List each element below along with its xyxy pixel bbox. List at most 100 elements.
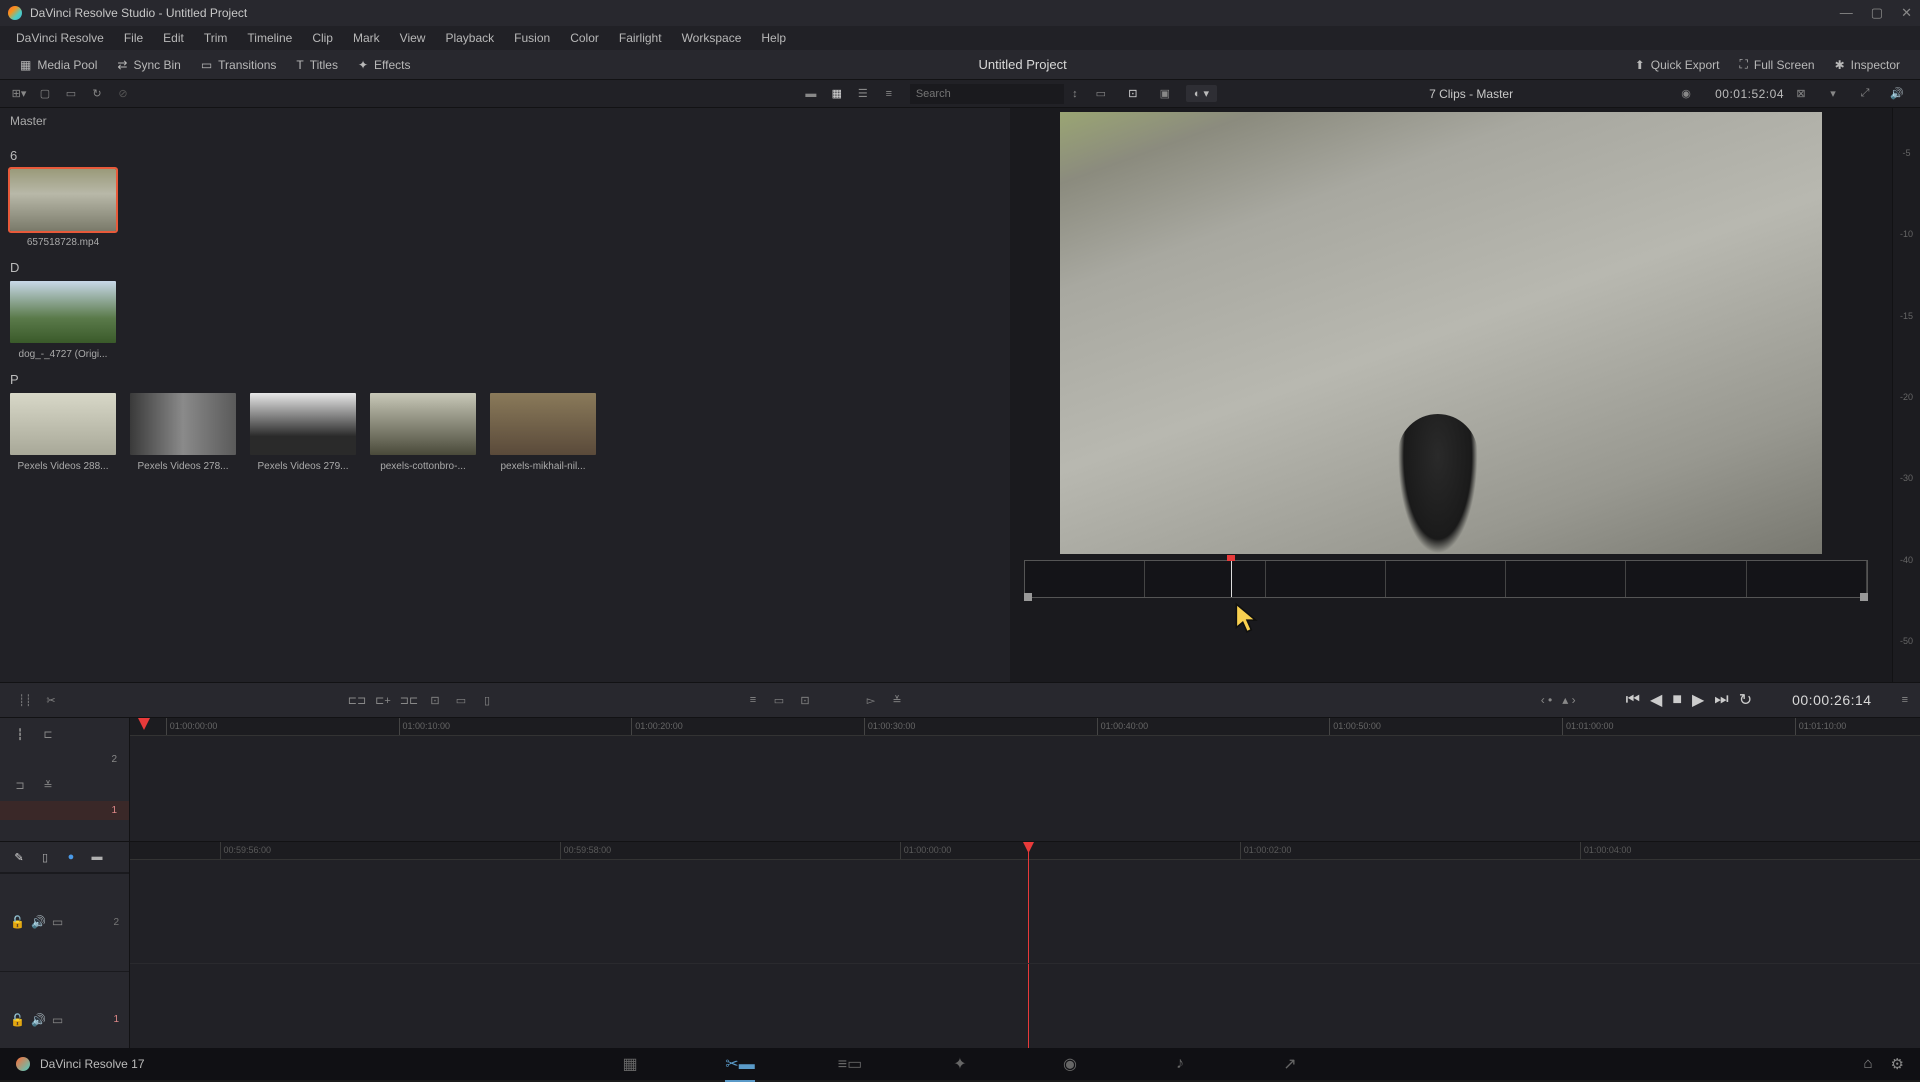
out-handle[interactable] — [1860, 593, 1868, 601]
resolution-dropdown[interactable]: ◐ ▾ — [1186, 85, 1217, 102]
overview-track-area[interactable] — [130, 736, 1920, 838]
step-back-button[interactable]: ◀ — [1650, 690, 1662, 710]
bin-button[interactable]: ▢ — [34, 84, 56, 104]
append-button[interactable]: ⊏+ — [370, 688, 396, 712]
clip-thumbnail[interactable] — [250, 393, 356, 455]
edit-page-button[interactable]: ≡▭ — [835, 1052, 865, 1076]
sort-button[interactable]: ↕ — [1064, 84, 1086, 104]
video-track-1-label[interactable]: 1 — [0, 801, 129, 820]
inspector-button[interactable]: ✱Inspector — [1825, 54, 1910, 76]
clip-thumbnail[interactable] — [10, 393, 116, 455]
media-clip[interactable]: Pexels Videos 278... — [130, 393, 236, 472]
strip-view-button[interactable]: ▬ — [800, 84, 822, 104]
track-view-icon[interactable]: ▭ — [52, 1013, 63, 1027]
viewer-mode-1-button[interactable]: ▭ — [1090, 84, 1112, 104]
menu-view[interactable]: View — [390, 27, 436, 49]
menu-mark[interactable]: Mark — [343, 27, 390, 49]
track-mute-icon[interactable]: 🔊 — [31, 915, 46, 929]
scrub-playhead[interactable] — [1231, 561, 1232, 597]
loop-button[interactable]: ↻ — [1739, 690, 1752, 710]
play-button[interactable]: ▶ — [1692, 690, 1704, 710]
clip-thumbnail[interactable] — [10, 169, 116, 231]
timeline-edit-index-button[interactable]: ┇ — [10, 724, 30, 744]
folder-button[interactable]: ▭ — [60, 84, 82, 104]
clip-thumbnail[interactable] — [130, 393, 236, 455]
media-clip[interactable]: pexels-mikhail-nil... — [490, 393, 596, 472]
clip-thumbnail[interactable] — [490, 393, 596, 455]
ripple-overwrite-button[interactable]: ⊐⊏ — [396, 688, 422, 712]
speaker-icon[interactable]: 🔊 — [1886, 84, 1908, 104]
fairlight-page-button[interactable]: ♪ — [1165, 1052, 1195, 1076]
menu-fusion[interactable]: Fusion — [504, 27, 560, 49]
source-scrub-strip[interactable] — [1024, 560, 1868, 598]
viewer-timecode[interactable]: 00:00:26:14 — [1792, 692, 1871, 708]
menu-file[interactable]: File — [114, 27, 153, 49]
refresh-button[interactable]: ↻ — [86, 84, 108, 104]
track-lock-icon[interactable]: 🔓 — [10, 915, 25, 929]
list-view-button[interactable]: ≡ — [878, 84, 900, 104]
minimize-button[interactable]: — — [1840, 5, 1853, 21]
quick-export-button[interactable]: ⬆Quick Export — [1625, 54, 1730, 76]
bypass-button[interactable]: ◉ — [1675, 84, 1697, 104]
audio-track-1-label[interactable]: 2 — [113, 917, 119, 928]
track-view-icon[interactable]: ▭ — [52, 915, 63, 929]
flag-button[interactable]: ▯ — [36, 848, 54, 866]
expand-button[interactable]: ⤢ — [1854, 84, 1876, 104]
smart-insert-button[interactable]: ⊏⊐ — [344, 688, 370, 712]
dynamic-trim-button[interactable]: ▭ — [766, 688, 792, 712]
cut-page-button[interactable]: ✂▬ — [725, 1052, 755, 1076]
media-clip[interactable]: pexels-cottonbro-... — [370, 393, 476, 472]
media-pool-button[interactable]: ▦Media Pool — [10, 54, 107, 76]
boring-detector-button[interactable]: ┊┊ — [12, 688, 38, 712]
settings-button[interactable]: ⚙ — [1891, 1055, 1904, 1073]
clip-color-button[interactable]: ▬ — [88, 848, 106, 866]
overview-playhead[interactable] — [138, 718, 150, 730]
jog-left-button[interactable]: ‹ • — [1541, 693, 1553, 707]
timeline-sync-button[interactable]: ⊏ — [38, 724, 58, 744]
sync-bin-button[interactable]: ⇄Sync Bin — [107, 54, 190, 76]
bin-path[interactable]: Master — [0, 108, 1010, 134]
transitions-button[interactable]: ▭Transitions — [191, 54, 287, 76]
audio-track-row[interactable] — [130, 860, 1920, 964]
track-lock-icon[interactable]: 🔓 — [10, 1013, 25, 1027]
menu-trim[interactable]: Trim — [194, 27, 238, 49]
clip-thumbnail[interactable] — [370, 393, 476, 455]
maximize-button[interactable]: ▢ — [1871, 5, 1883, 21]
media-clip[interactable]: Pexels Videos 279... — [250, 393, 356, 472]
source-overwrite-button[interactable]: ▯ — [474, 688, 500, 712]
marker-tool-button[interactable]: ✎ — [10, 848, 28, 866]
menu-davinci-resolve[interactable]: DaVinci Resolve — [6, 27, 114, 49]
thumbnail-view-button[interactable]: ▦ — [826, 84, 848, 104]
go-to-start-button[interactable]: ⏮ — [1626, 691, 1640, 709]
in-handle[interactable] — [1024, 593, 1032, 601]
viewer-mode-2-button[interactable]: ⊡ — [1122, 84, 1144, 104]
media-clip[interactable]: 657518728.mp4 — [10, 169, 116, 248]
marker-color-button[interactable]: ● — [62, 848, 80, 866]
place-on-top-button[interactable]: ▭ — [448, 688, 474, 712]
viewer-image[interactable] — [1060, 112, 1822, 554]
video-track-2-label[interactable]: 2 — [0, 750, 129, 769]
go-to-end-button[interactable]: ⏭ — [1714, 691, 1728, 709]
color-page-button[interactable]: ◉ — [1055, 1052, 1085, 1076]
menu-playback[interactable]: Playback — [435, 27, 504, 49]
deliver-page-button[interactable]: ↗ — [1275, 1052, 1305, 1076]
menu-clip[interactable]: Clip — [302, 27, 343, 49]
track-mute-icon[interactable]: 🔊 — [31, 1013, 46, 1027]
detail-track-area[interactable] — [130, 860, 1920, 1068]
menu-timeline[interactable]: Timeline — [237, 27, 302, 49]
jog-right-button[interactable]: ▴ › — [1562, 693, 1575, 707]
full-screen-button[interactable]: ⛶Full Screen — [1729, 53, 1824, 76]
titles-button[interactable]: TTitles — [286, 54, 348, 76]
home-button[interactable]: ⌂ — [1863, 1055, 1872, 1073]
menu-workspace[interactable]: Workspace — [672, 27, 752, 49]
timeline-audio-sync-button[interactable]: ⊐ — [10, 775, 30, 795]
clip-thumbnail[interactable] — [10, 281, 116, 343]
effects-button[interactable]: ✦Effects — [348, 54, 421, 76]
menu-color[interactable]: Color — [560, 27, 609, 49]
media-clip[interactable]: Pexels Videos 288... — [10, 393, 116, 472]
viewer-options-button[interactable]: ▾ — [1822, 84, 1844, 104]
match-frame-button[interactable]: ⊠ — [1790, 84, 1812, 104]
stop-button[interactable]: ■ — [1672, 691, 1682, 709]
snap-button[interactable]: ⊡ — [792, 688, 818, 712]
media-clip[interactable]: dog_-_4727 (Origi... — [10, 281, 116, 360]
